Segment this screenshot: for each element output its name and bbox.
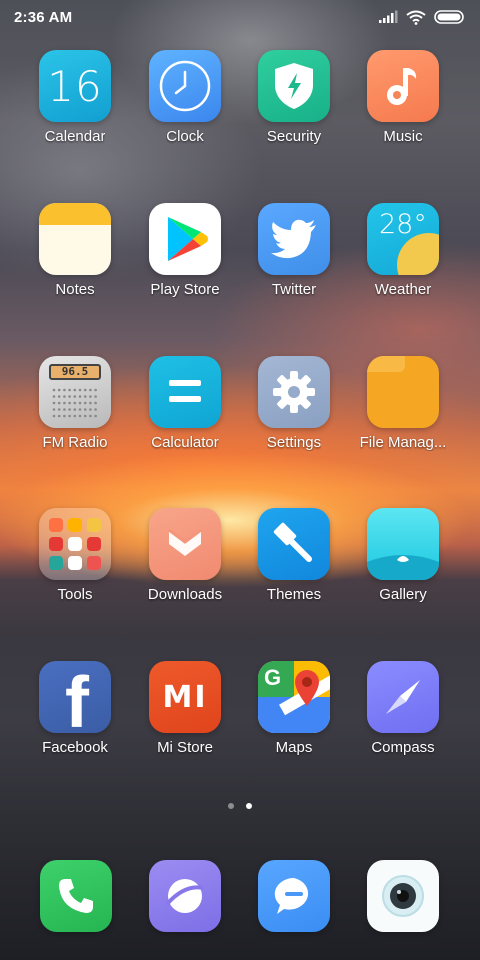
dock-messages[interactable]: [258, 860, 330, 932]
facebook-icon-text: f: [65, 663, 89, 733]
weather-icon-text: 28°: [379, 209, 427, 240]
status-bar: 2:36 AM: [0, 0, 480, 34]
facebook-icon: f: [39, 661, 111, 733]
shield-icon: [258, 50, 330, 122]
status-time: 2:36 AM: [14, 8, 73, 26]
app-label: File Manag...: [359, 434, 447, 451]
weather-icon: 28°: [367, 203, 439, 275]
mi-store-icon-text: MI: [162, 679, 208, 715]
browser-icon: [149, 860, 221, 932]
page-dot-2[interactable]: [246, 803, 252, 809]
notes-icon: [39, 203, 111, 275]
app-weather[interactable]: 28° Weather: [348, 203, 458, 323]
app-label: Notes: [55, 281, 95, 298]
app-label: Music: [383, 128, 423, 145]
music-note-icon: [367, 50, 439, 122]
app-facebook[interactable]: f Facebook: [20, 661, 130, 781]
page-indicator: [0, 803, 480, 809]
message-icon: [258, 860, 330, 932]
app-label: Facebook: [42, 739, 108, 756]
app-label: Mi Store: [157, 739, 213, 756]
folder-grid-icon: [39, 508, 111, 580]
calculator-icon: [149, 356, 221, 428]
app-gallery[interactable]: Gallery: [348, 508, 458, 628]
status-icons: [378, 10, 466, 25]
app-label: Tools: [57, 586, 93, 603]
app-label: Compass: [371, 739, 435, 756]
maps-icon: G: [258, 661, 330, 733]
app-notes[interactable]: Notes: [20, 203, 130, 323]
phone-icon: [40, 860, 112, 932]
app-label: Play Store: [150, 281, 220, 298]
app-downloads[interactable]: Downloads: [130, 508, 240, 628]
app-twitter[interactable]: Twitter: [239, 203, 349, 323]
app-themes[interactable]: Themes: [239, 508, 349, 628]
app-calculator[interactable]: Calculator: [130, 356, 240, 476]
app-label: Twitter: [271, 281, 317, 298]
app-label: Weather: [374, 281, 432, 298]
app-label: FM Radio: [42, 434, 108, 451]
app-tools[interactable]: Tools: [20, 508, 130, 628]
twitter-bird-icon: [258, 203, 330, 275]
app-label: Maps: [275, 739, 313, 756]
gallery-icon: [367, 508, 439, 580]
maps-icon-text: G: [264, 665, 282, 690]
folder-icon: [367, 356, 439, 428]
app-label: Settings: [266, 434, 322, 451]
app-play-store[interactable]: Play Store: [130, 203, 240, 323]
app-compass[interactable]: Compass: [348, 661, 458, 781]
dock-camera[interactable]: [367, 860, 439, 932]
app-label: Gallery: [379, 586, 427, 603]
battery-icon: [434, 10, 464, 24]
app-security[interactable]: Security: [239, 50, 349, 170]
calendar-icon: 16: [39, 50, 111, 122]
mi-logo-icon: MI: [149, 661, 221, 733]
clock-icon: [149, 50, 221, 122]
camera-icon: [367, 860, 439, 932]
download-icon: [149, 508, 221, 580]
app-settings[interactable]: Settings: [239, 356, 349, 476]
app-label: Calendar: [44, 128, 106, 145]
app-label: Calculator: [151, 434, 219, 451]
app-label: Security: [266, 128, 322, 145]
wifi-icon: [406, 10, 426, 25]
gear-icon: [258, 356, 330, 428]
app-fm-radio[interactable]: 96.5 FM Radio: [20, 356, 130, 476]
radio-icon: 96.5: [39, 356, 111, 428]
app-maps[interactable]: G Maps: [239, 661, 349, 781]
app-label: Themes: [266, 586, 322, 603]
dock-browser[interactable]: [149, 860, 221, 932]
app-label: Clock: [166, 128, 204, 145]
app-calendar[interactable]: 16 Calendar: [20, 50, 130, 170]
page-dot-1[interactable]: [228, 803, 234, 809]
app-label: Downloads: [147, 586, 223, 603]
app-music[interactable]: Music: [348, 50, 458, 170]
app-mi-store[interactable]: MI Mi Store: [130, 661, 240, 781]
compass-icon: [367, 661, 439, 733]
app-file-manager[interactable]: File Manag...: [348, 356, 458, 476]
app-clock[interactable]: Clock: [130, 50, 240, 170]
calendar-icon-text: 16: [47, 61, 103, 111]
paintbrush-icon: [258, 508, 330, 580]
signal-icon: [379, 10, 398, 23]
play-store-icon: [149, 203, 221, 275]
dock-phone[interactable]: [40, 860, 112, 932]
